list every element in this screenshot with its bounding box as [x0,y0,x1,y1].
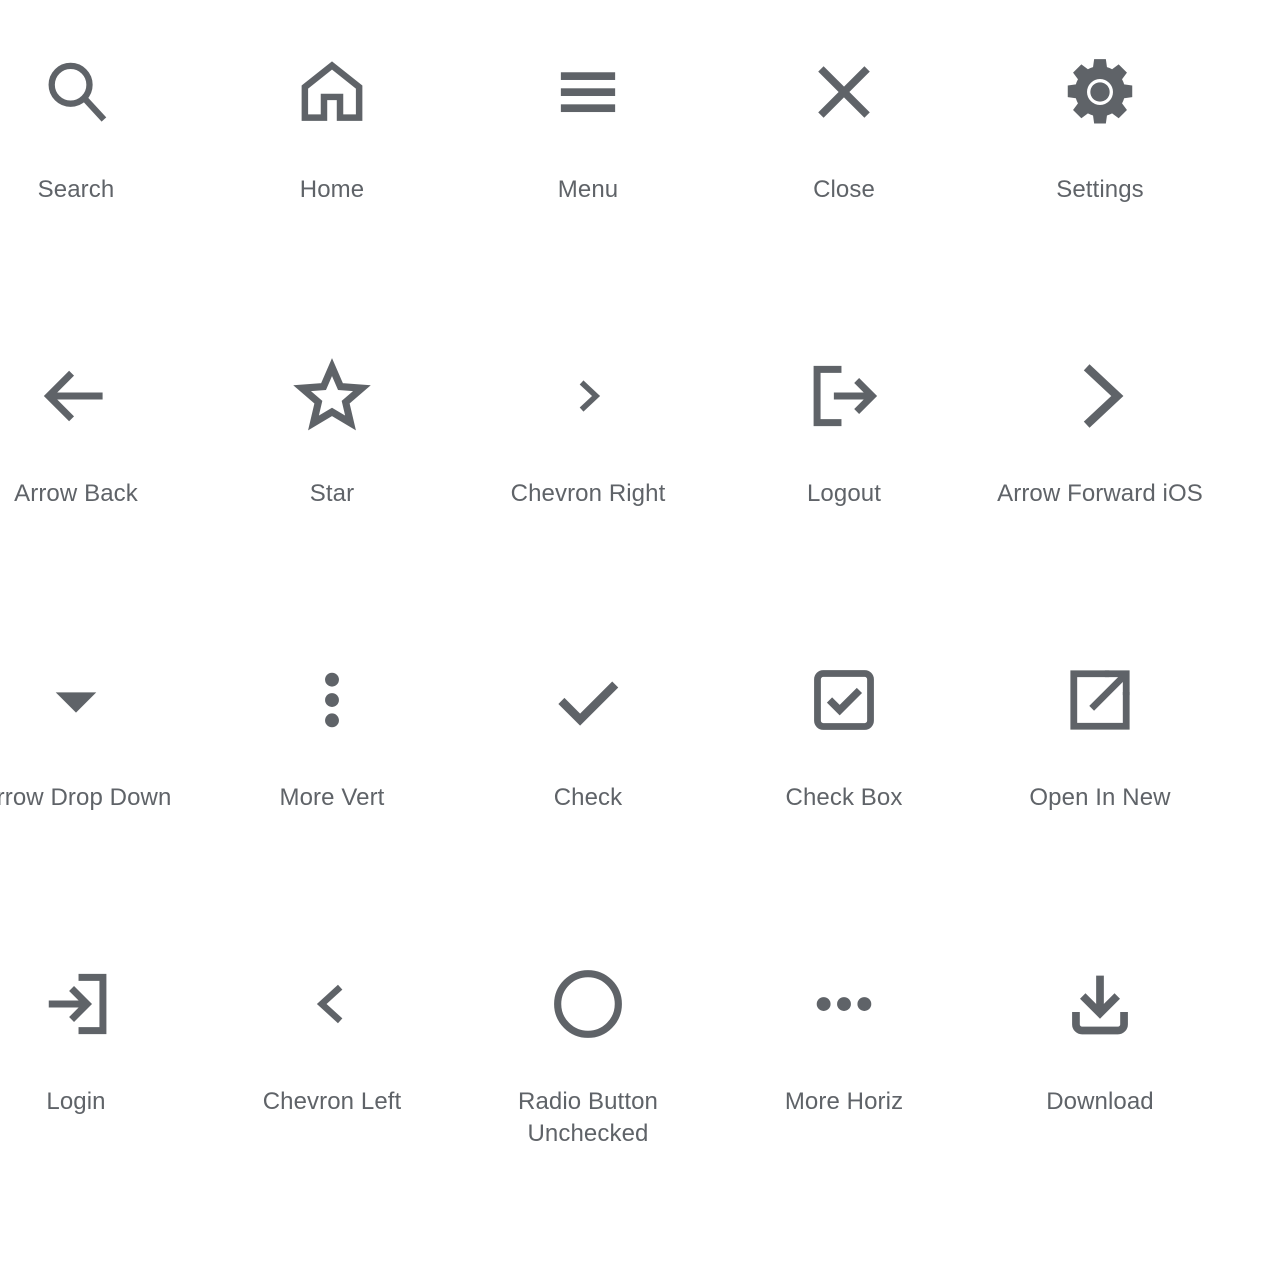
icon-cell-radio-button-unchecked[interactable]: Radio Button Unchecked [460,940,716,1244]
icon-cell-arrow-drop-down[interactable]: Arrow Drop Down [0,636,204,940]
icon-cell-download[interactable]: Download [972,940,1228,1244]
icon-cell-logout[interactable]: Logout [716,332,972,636]
icon-cell-menu[interactable]: Menu [460,28,716,332]
icon-cell-chevron-right[interactable]: Chevron Right [460,332,716,636]
icon-label: Menu [557,176,619,203]
icon-label: Check Box [785,784,903,811]
search-icon[interactable] [12,28,140,156]
icon-cell-open-in-new[interactable]: Open In New [972,636,1228,940]
menu-icon[interactable] [524,28,652,156]
icon-label: Star [309,480,355,507]
icon-label: Chevron Left [262,1088,402,1115]
icon-cell-search[interactable]: Search [0,28,204,332]
icon-cell-close[interactable]: Close [716,28,972,332]
radio-button-unchecked-icon[interactable] [524,940,652,1068]
icon-cell-star[interactable]: Star [204,332,460,636]
icon-cell-chevron-left[interactable]: Chevron Left [204,940,460,1244]
check-icon[interactable] [524,636,652,764]
icon-label: Chevron Right [510,480,666,507]
chevron-right-icon[interactable] [524,332,652,460]
icon-label: Arrow Forward iOS [997,480,1203,507]
chevron-left-icon[interactable] [268,940,396,1068]
icon-cell-check-box[interactable]: Check Box [716,636,972,940]
icon-label: Home [299,176,365,203]
arrow-forward-ios-icon[interactable] [1036,332,1164,460]
icon-cell-arrow-back[interactable]: Arrow Back [0,332,204,636]
icon-label: Arrow Drop Down [0,784,172,811]
icon-label: Logout [806,480,881,507]
close-icon[interactable] [780,28,908,156]
icon-label: More Vert [279,784,385,811]
arrow-drop-down-icon[interactable] [12,636,140,764]
icon-label: Arrow Back [14,480,138,507]
open-in-new-icon[interactable] [1036,636,1164,764]
arrow-back-icon[interactable] [12,332,140,460]
icon-cell-check[interactable]: Check [460,636,716,940]
icon-label: Settings [1056,176,1144,203]
more-vert-icon[interactable] [268,636,396,764]
icon-label: Search [37,176,115,203]
icon-grid: Search Home Menu Close Settings Arrow Ba… [0,0,1228,1244]
icon-cell-more-horiz[interactable]: More Horiz [716,940,972,1244]
icon-label: Open In New [1029,784,1171,811]
more-horiz-icon[interactable] [780,940,908,1068]
icon-label: Download [1046,1088,1154,1115]
icon-cell-login[interactable]: Login [0,940,204,1244]
logout-icon[interactable] [780,332,908,460]
icon-cell-arrow-forward-ios[interactable]: Arrow Forward iOS [972,332,1228,636]
icon-cell-more-vert[interactable]: More Vert [204,636,460,940]
home-icon[interactable] [268,28,396,156]
icon-cell-settings[interactable]: Settings [972,28,1228,332]
check-box-icon[interactable] [780,636,908,764]
icon-label: Close [813,176,875,203]
settings-icon[interactable] [1036,28,1164,156]
star-icon[interactable] [268,332,396,460]
download-icon[interactable] [1036,940,1164,1068]
icon-label: Check [553,784,623,811]
icon-label: Login [46,1088,106,1115]
icon-label: More Horiz [784,1088,904,1115]
icon-cell-home[interactable]: Home [204,28,460,332]
icon-label: Radio Button Unchecked [518,1088,658,1147]
login-icon[interactable] [12,940,140,1068]
